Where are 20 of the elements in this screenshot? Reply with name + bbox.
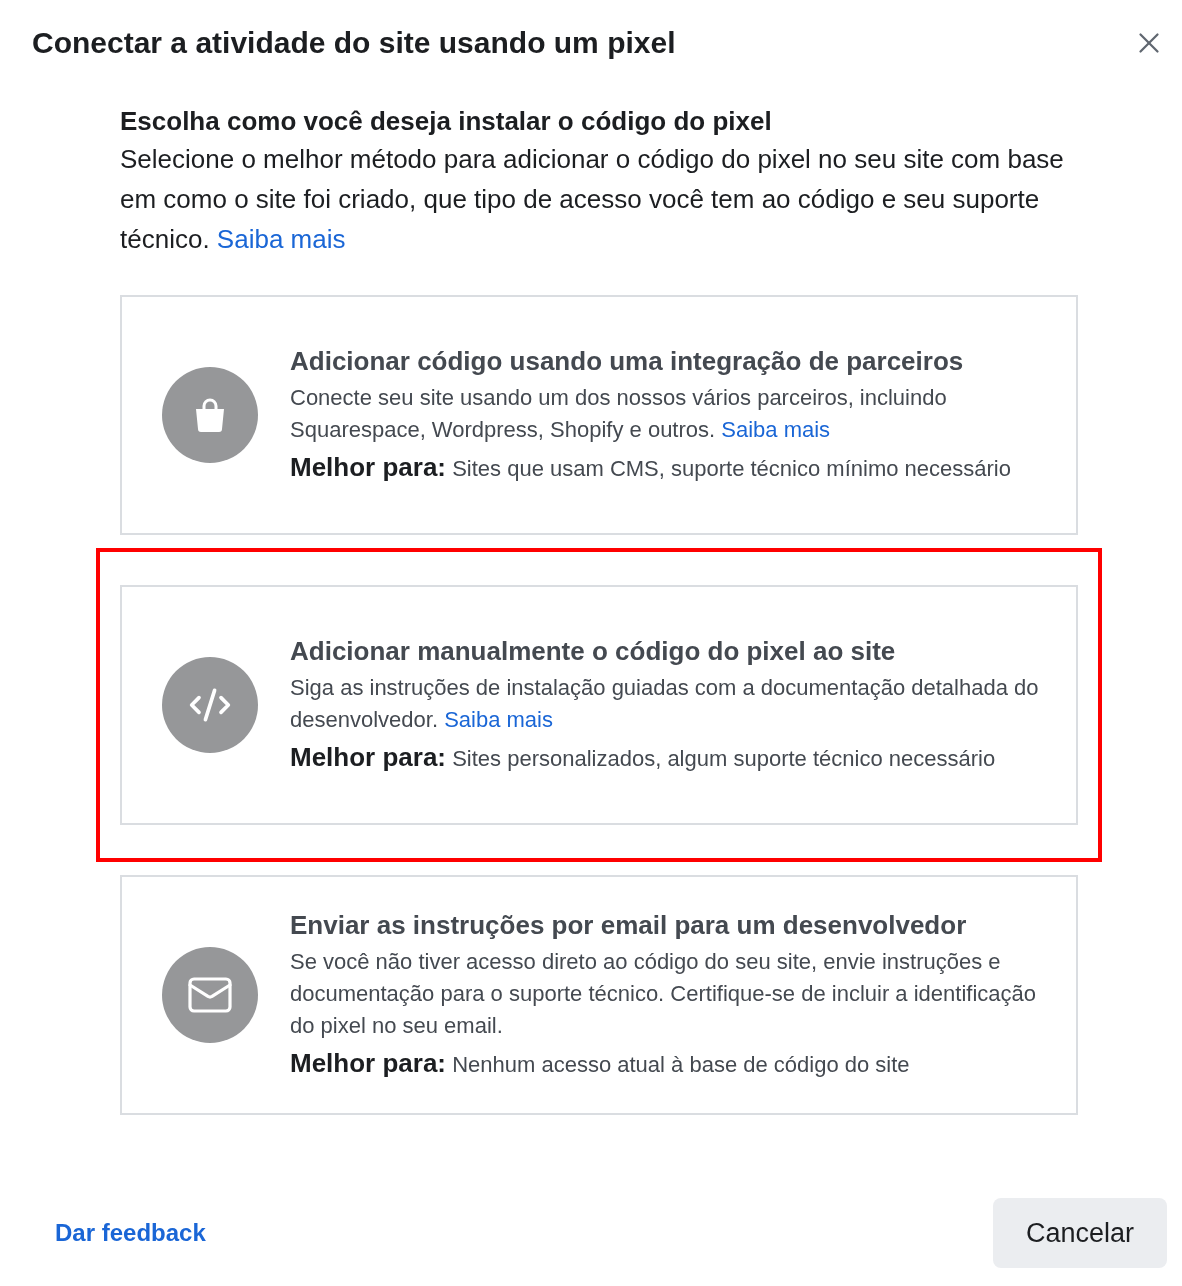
best-for-text: Melhor para: Sites personalizados, algum suporte técnico necessário [290, 741, 997, 774]
option-card[interactable] [120, 585, 1078, 825]
option-description: Conecte seu site usando um dos nossos vários parceiros, incluindo Squarespace, Wordpress, Shopify e outros. Saiba mais [290, 384, 948, 444]
section-heading: Escolha como você deseja instalar o código do pixel [120, 105, 773, 138]
learn-more-link[interactable]: Saiba mais [721, 417, 831, 442]
learn-more-link[interactable]: Saiba mais [444, 707, 553, 732]
option-title: Adicionar manualmente o código do pixel ao site [290, 635, 897, 668]
dialog-title: Conectar a atividade do site usando um pixel [32, 25, 676, 61]
option-card[interactable] [120, 295, 1078, 535]
section-description: Selecione o melhor método para adicionar o código do pixel no seu site com base em como o site foi criado, que tipo de acesso você tem ao código e seu suporte técnico. Saiba mais [120, 143, 1065, 256]
feedback-link[interactable]: Dar feedback [55, 1215, 206, 1251]
learn-more-link[interactable]: Saiba mais [216, 224, 346, 254]
option-description: Se você não tiver acesso direto ao código do seu site, envie instruções e documentação para o suporte técnico. Certifique-se de incluir a identificação do pixel no seu email. [290, 948, 1037, 1040]
option-title: Adicionar código usando uma integração de parceiros [290, 345, 965, 378]
best-for-text: Melhor para: Sites que usam CMS, suporte técnico mínimo necessário [290, 451, 1012, 484]
option-title: Enviar as instruções por email para um desenvolvedor [290, 909, 968, 942]
option-description: Siga as instruções de instalação guiadas com a documentação detalhada do desenvolvedor. Saiba mais [290, 674, 1040, 734]
option-card[interactable] [120, 875, 1078, 1115]
cancel-button[interactable]: Cancelar [993, 1198, 1167, 1268]
best-for-text: Melhor para: Nenhum acesso atual à base de código do site [290, 1047, 911, 1080]
